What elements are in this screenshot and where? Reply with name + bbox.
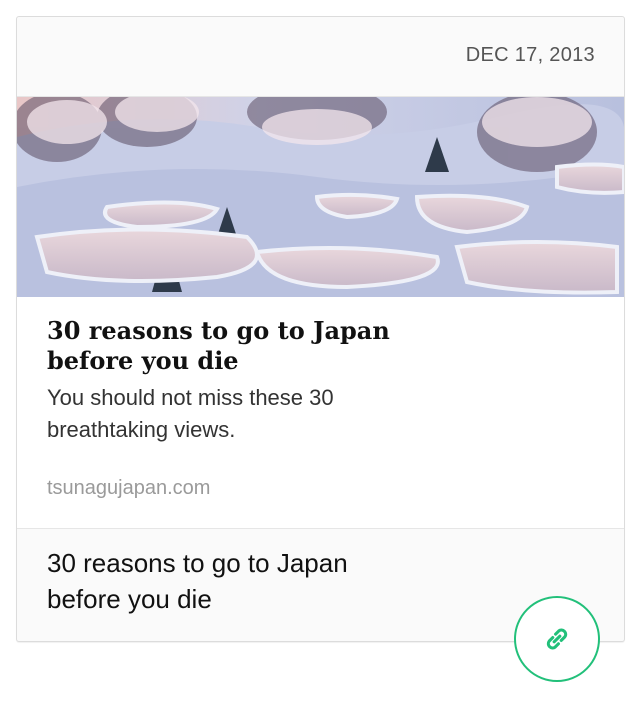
preview-domain: tsunagujapan.com	[47, 477, 211, 499]
preview-title[interactable]: 30 reasons to go to Japan before you die	[47, 316, 447, 376]
preview-description: You should not miss these 30 breathtakin…	[47, 385, 334, 442]
post-comment: 30 reasons to go to Japan before you die	[47, 548, 348, 614]
post-card: DEC 17, 2013 30 reasons to go to Japan b…	[16, 16, 625, 642]
link-button[interactable]	[514, 596, 600, 682]
preview-image	[17, 97, 624, 297]
link-preview[interactable]: 30 reasons to go to Japan before you die…	[17, 96, 624, 529]
link-icon	[546, 628, 568, 650]
post-date: DEC 17, 2013	[465, 44, 595, 66]
